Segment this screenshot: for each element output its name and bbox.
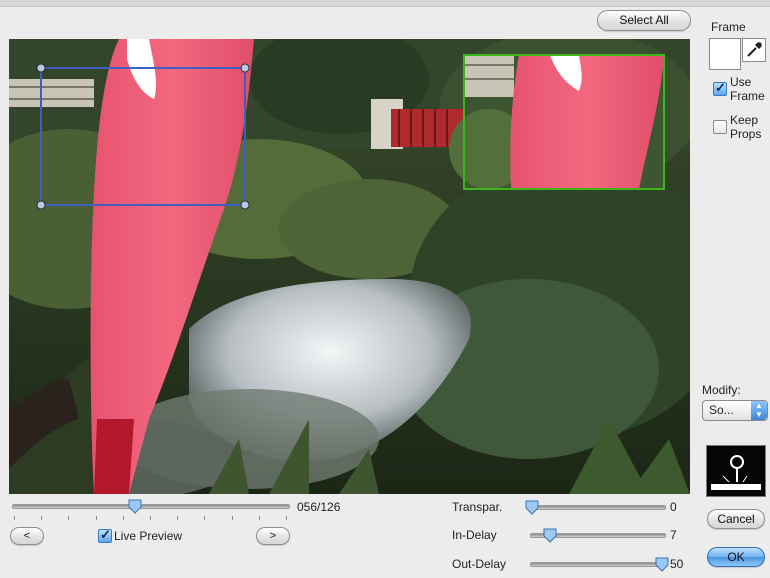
out-delay-slider-thumb[interactable] [655,557,669,572]
frame-label: Frame [711,20,746,34]
in-delay-value: 7 [670,528,677,542]
transparency-value: 0 [670,500,677,514]
timeline-tick [259,516,260,520]
timeline-tick [123,516,124,520]
image-viewer[interactable] [9,39,690,494]
in-delay-label: In-Delay [452,528,497,542]
keep-props-label: Keep Props [730,113,761,141]
timeline-tick [14,516,15,520]
scene-image [9,39,690,494]
frame-color-swatch[interactable] [709,38,741,70]
timeline-tick [204,516,205,520]
keep-props-label-line1: Keep [730,113,759,127]
prev-frame-button[interactable]: < [10,527,44,545]
timeline-slider-track[interactable] [12,504,290,509]
window-top-strip [0,0,770,7]
use-frame-label-line2: Frame [730,89,765,103]
checkmark-icon: ✓ [100,527,111,542]
eyedropper-button[interactable] [742,38,766,62]
timeline-tick [177,516,178,520]
next-frame-button[interactable]: > [256,527,290,545]
selection-handle-bottom-right[interactable] [240,200,250,210]
ok-button[interactable]: OK [707,547,765,567]
live-preview-checkbox[interactable]: ✓ [98,527,112,543]
frame-shape-icon [711,455,761,490]
selection-handle-top-left[interactable] [36,63,46,73]
transparency-slider-track[interactable] [530,505,666,510]
select-all-button[interactable]: Select All [597,10,691,31]
eyedropper-icon [747,42,762,57]
checkmark-icon: ✓ [715,80,726,95]
use-frame-checkbox[interactable]: ✓ [713,80,727,96]
timeline-slider-thumb[interactable] [128,499,142,514]
inset-preview [449,55,664,189]
out-delay-slider-track[interactable] [530,562,666,567]
modify-select[interactable]: So... ▲ ▼ [702,400,768,421]
timeline-tick [96,516,97,520]
timeline-tick [68,516,69,520]
frame-counter: 056/126 [297,500,341,514]
timeline-tick [232,516,233,520]
out-delay-label: Out-Delay [452,557,507,571]
timeline-tick [41,516,42,520]
use-frame-label-line1: Use [730,75,752,89]
frame-preview-thumbnail [706,445,766,497]
keep-props-checkbox[interactable] [713,120,727,134]
live-preview-label: Live Preview [114,529,183,543]
timeline-tick [150,516,151,520]
cancel-button[interactable]: Cancel [707,509,765,529]
modify-select-value: So... [709,403,734,417]
timeline-tick [286,516,287,520]
selection-handle-bottom-left[interactable] [36,200,46,210]
use-frame-label: Use Frame [730,75,765,103]
select-arrows-icon: ▲ ▼ [751,401,767,420]
selection-handle-top-right[interactable] [240,63,250,73]
out-delay-value: 50 [670,557,684,571]
keep-props-label-line2: Props [730,127,762,141]
modify-label: Modify: [702,383,741,397]
transparency-slider-thumb[interactable] [525,500,539,515]
in-delay-slider-thumb[interactable] [543,528,557,543]
transparency-label: Transpar. [452,500,503,514]
